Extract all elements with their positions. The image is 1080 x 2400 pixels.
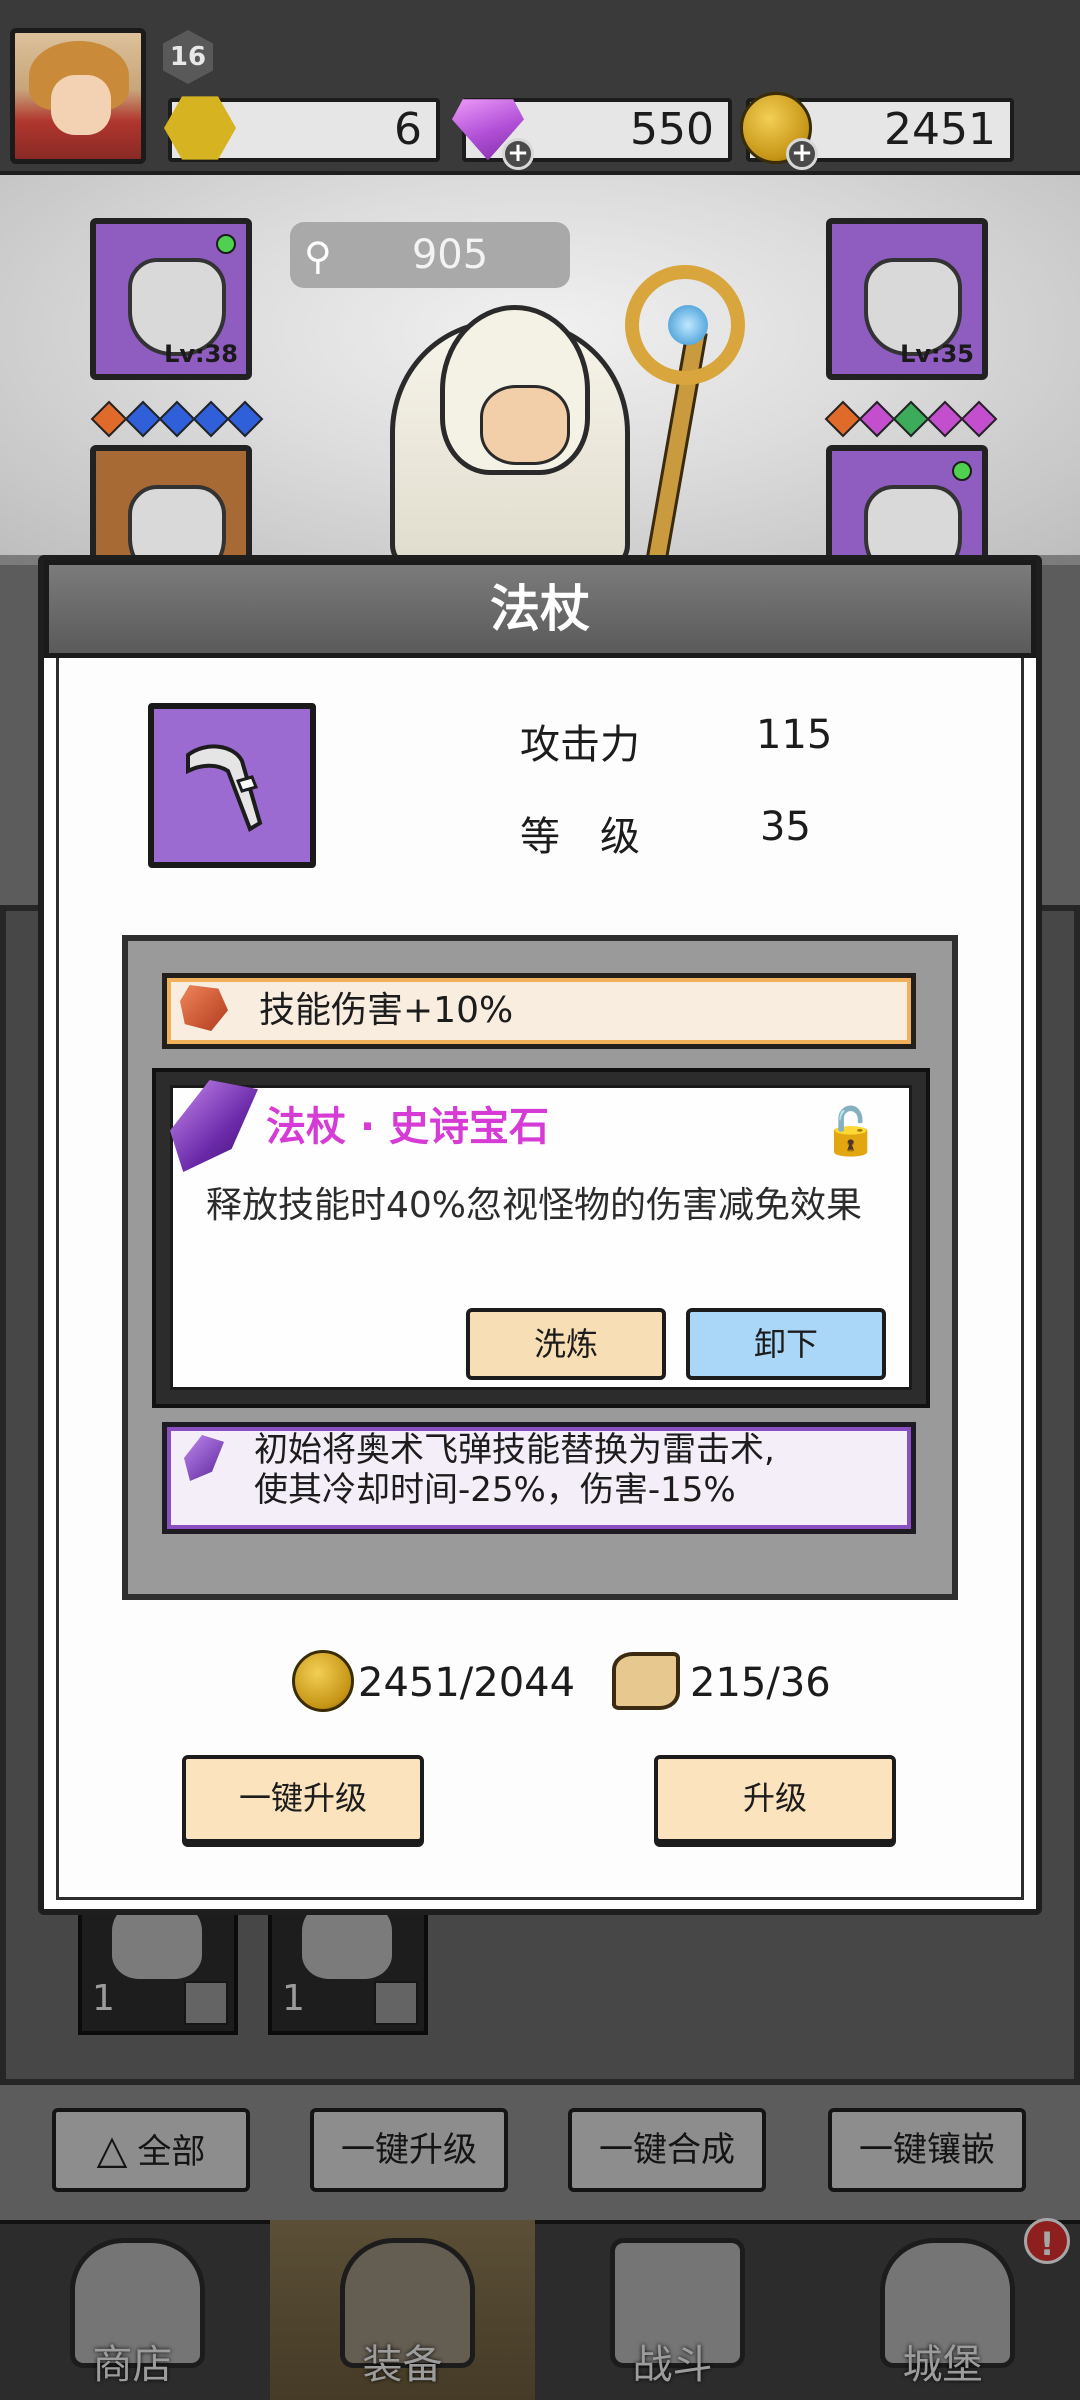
- staff-item-preview: [148, 703, 316, 868]
- hero-face: [480, 385, 570, 465]
- epic-gem-description: 释放技能时40%忽视怪物的伤害减免效果: [206, 1185, 863, 1226]
- gold-cost: 2451/2044: [358, 1660, 576, 1706]
- skill-bonus-text: 技能伤害+10%: [259, 990, 514, 1031]
- arcane-line-1: 初始将奥术飞弹技能替换为雷击术,: [254, 1430, 775, 1470]
- staff-orb: [668, 305, 708, 345]
- slot-level: Lv:38: [164, 340, 238, 368]
- diamond-value: 550: [630, 104, 714, 155]
- gem-socket-icon: [192, 400, 230, 438]
- level-label: 等 级: [520, 814, 640, 860]
- helmet-gem-row: [90, 400, 264, 438]
- gem-socket-icon: [824, 400, 862, 438]
- attack-label: 攻击力: [520, 722, 640, 768]
- gem-socket-icon: [960, 400, 998, 438]
- gem-socket-icon: [124, 400, 162, 438]
- reroll-button[interactable]: 洗炼: [466, 1308, 666, 1380]
- gem-socket-icon: [858, 400, 896, 438]
- add-gold-button[interactable]: +: [786, 138, 818, 170]
- upgrade-button[interactable]: 升级: [654, 1755, 896, 1843]
- equip-slot-helmet[interactable]: Lv:38: [90, 218, 252, 380]
- avatar-face: [51, 75, 111, 135]
- add-diamonds-button[interactable]: +: [502, 138, 534, 170]
- equip-slot-staff[interactable]: Lv:35: [826, 218, 988, 380]
- gold-value: 2451: [884, 104, 996, 155]
- staff-icon: [186, 744, 263, 832]
- gem-socket-icon: [90, 400, 128, 438]
- level-value: 35: [760, 804, 811, 850]
- gem-socket-icon: [226, 400, 264, 438]
- epic-gem-title: 法杖 · 史诗宝石: [266, 1104, 550, 1150]
- scroll-icon: [612, 1652, 680, 1710]
- staff-gem-row: [824, 400, 998, 438]
- unequip-gem-button[interactable]: 卸下: [686, 1308, 886, 1380]
- scroll-cost: 215/36: [690, 1660, 831, 1706]
- attack-value: 115: [756, 712, 833, 758]
- arcane-effect-text: 初始将奥术飞弹技能替换为雷击术, 使其冷却时间-25%，伤害-15%: [254, 1430, 904, 1510]
- gem-socket-icon: [158, 400, 196, 438]
- gold-cost-icon: [292, 1650, 354, 1712]
- new-indicator-dot: [216, 234, 236, 254]
- arcane-line-2: 使其冷却时间-25%，伤害-15%: [254, 1470, 736, 1510]
- skill-damage-bonus: 技能伤害+10%: [162, 973, 916, 1049]
- gem-socket-icon: [892, 400, 930, 438]
- player-avatar[interactable]: [10, 28, 146, 164]
- new-indicator-dot: [952, 461, 972, 481]
- one-key-upgrade-button[interactable]: 一键升级: [182, 1755, 424, 1843]
- dialog-title: 法杖: [44, 560, 1036, 658]
- unlock-icon[interactable]: 🔓: [822, 1103, 879, 1159]
- crystal-value: 6: [394, 104, 422, 155]
- gem-socket-icon: [926, 400, 964, 438]
- slot-level: Lv:35: [900, 340, 974, 368]
- power-key-icon: ⚲: [304, 234, 332, 278]
